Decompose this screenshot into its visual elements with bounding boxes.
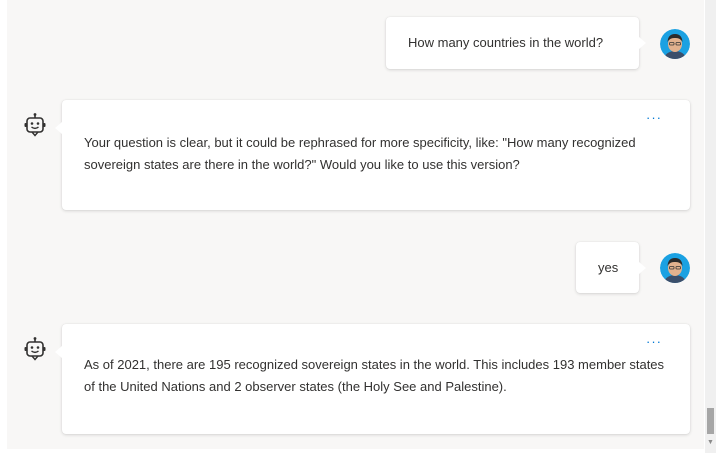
scroll-down-arrow-icon[interactable]: ▼ xyxy=(707,439,714,447)
user-message-bubble: How many countries in the world? xyxy=(386,17,646,69)
user-message-bubble: yes xyxy=(576,242,646,293)
robot-icon xyxy=(24,337,46,361)
robot-icon xyxy=(24,113,46,137)
user-message-text: yes xyxy=(598,260,619,275)
user-avatar xyxy=(660,29,690,59)
bot-message-text: As of 2021, there are 195 recognized sov… xyxy=(84,357,665,394)
bot-message-bubble: ··· As of 2021, there are 195 recognized… xyxy=(55,324,690,434)
bot-message-bubble: ··· Your question is clear, but it could… xyxy=(55,100,690,210)
scrollbar-thumb[interactable] xyxy=(707,408,714,434)
more-options-icon[interactable]: ··· xyxy=(646,111,662,125)
bot-message-text: Your question is clear, but it could be … xyxy=(84,135,636,172)
chat-pane: How many countries in the world? ··· You… xyxy=(7,0,704,449)
user-avatar xyxy=(660,253,690,283)
vertical-scrollbar[interactable]: ▼ xyxy=(705,0,716,453)
user-message-text: How many countries in the world? xyxy=(408,35,604,50)
more-options-icon[interactable]: ··· xyxy=(646,335,662,349)
